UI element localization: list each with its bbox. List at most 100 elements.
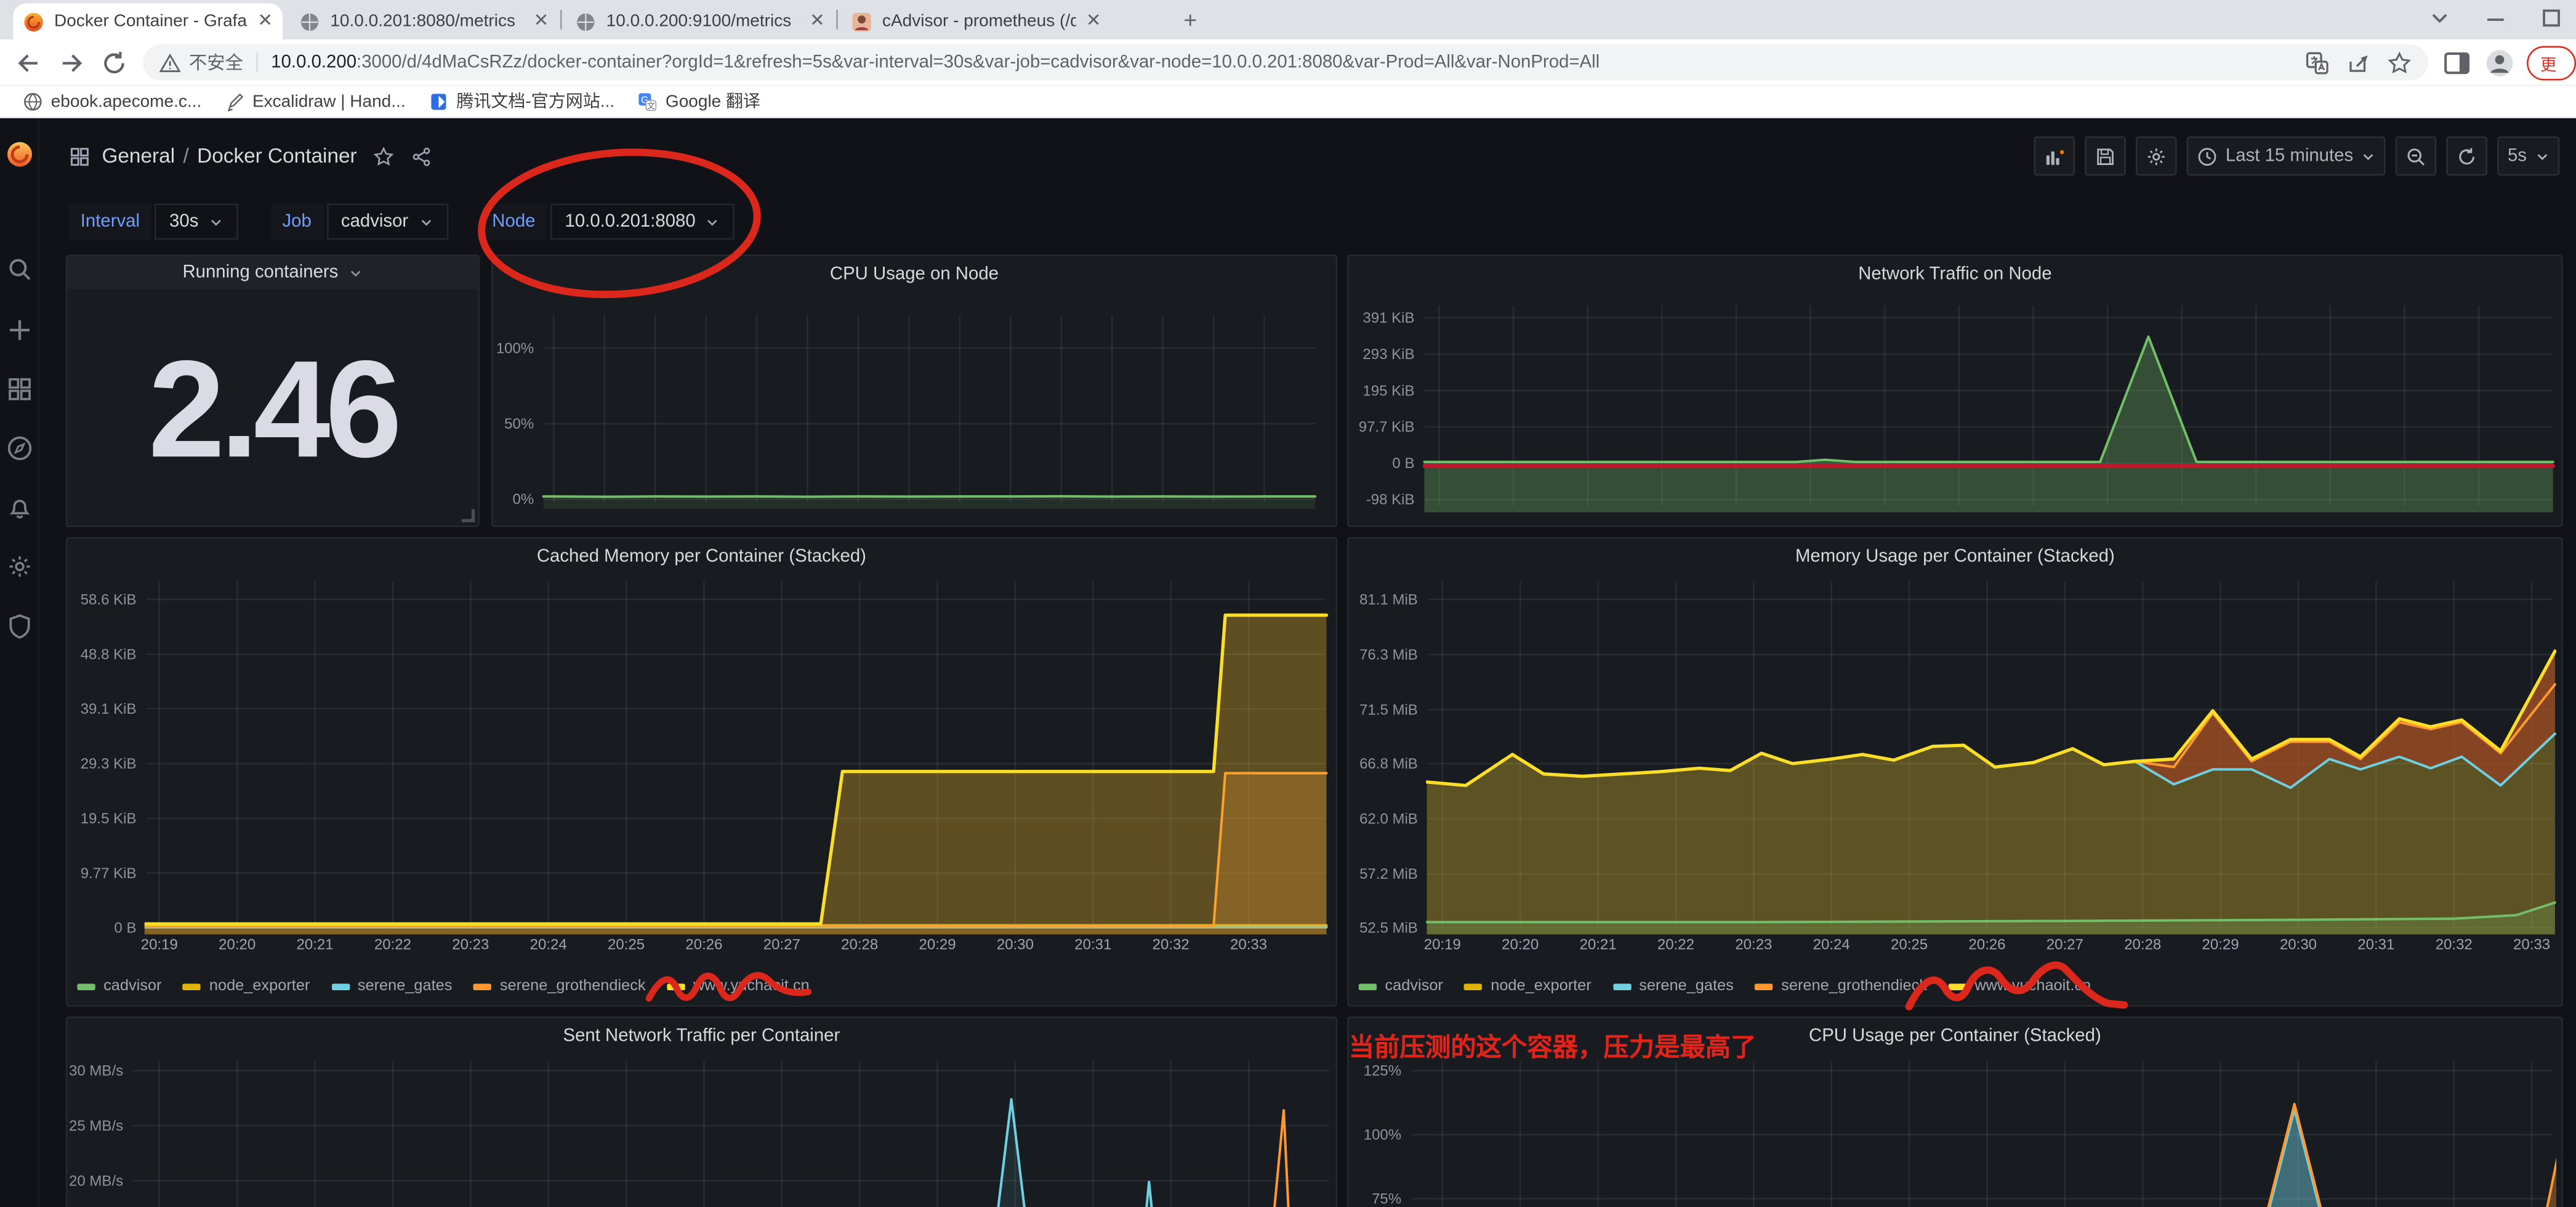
legend-item-serene_gates[interactable]: serene_gates [1612,977,1733,995]
add-panel-icon [2043,145,2065,167]
dashboard-settings-button[interactable] [2135,136,2176,176]
alerting-bell-icon[interactable] [7,495,33,521]
translate-icon[interactable] [2305,50,2330,75]
legend-swatch [1755,983,1773,990]
legend-item-serene_grothendieck[interactable]: serene_grothendieck [473,977,645,995]
window-maximize-button[interactable] [2540,7,2562,30]
svg-text:20:21: 20:21 [1580,936,1617,953]
chevron-down-icon [706,214,720,229]
security-label[interactable]: 不安全 [189,49,243,76]
legend-swatch [667,983,685,990]
legend-swatch [1949,983,1966,990]
grafana-logo[interactable] [7,141,33,168]
variable-select-node[interactable]: 10.0.0.201:8080 [550,204,735,240]
legend-item-cadvisor[interactable]: cadvisor [1359,977,1443,995]
legend-item-serene_grothendieck[interactable]: serene_grothendieck [1755,977,1926,995]
tab-title: Docker Container - Grafana [54,12,248,31]
dashboard-variables: Interval 30s Job cadvisor Node 10.0.0.20… [39,194,2576,250]
legend-swatch [77,983,95,990]
back-button[interactable] [15,49,42,76]
svg-text:81.1 MiB: 81.1 MiB [1359,591,1418,608]
legend-item-node_exporter[interactable]: node_exporter [1465,977,1592,995]
svg-text:25 MB/s: 25 MB/s [69,1118,123,1134]
panel-resize-handle[interactable] [462,509,475,522]
grafana-favicon-icon [23,10,44,32]
tab-close-icon[interactable]: ✕ [257,12,273,30]
refresh-button[interactable] [2447,136,2488,176]
window-minimize-button[interactable] [2484,7,2507,30]
variable-label-job: Job [271,204,323,240]
url-text[interactable]: 10.0.0.200:3000/d/4dMaCsRZz/docker-conta… [271,52,2288,72]
svg-text:-98 KiB: -98 KiB [1366,491,1415,508]
tab-search-chevron-icon[interactable] [2428,7,2451,30]
variable-select-job[interactable]: cadvisor [326,204,448,240]
breadcrumb-dashboard-title[interactable]: Docker Container [197,145,357,168]
tab-close-icon[interactable]: ✕ [534,12,549,30]
legend-item-www.yuchaoit.cn[interactable]: www.yuchaoit.cn [1949,977,2091,995]
bookmark-star-icon[interactable] [2388,50,2412,75]
new-tab-button[interactable]: + [1177,7,1204,34]
profile-avatar[interactable] [2486,49,2514,76]
tab-metrics-201[interactable]: 10.0.0.201:8080/metrics ✕ [289,3,559,39]
share-dashboard-icon[interactable] [411,145,433,167]
dashboards-icon[interactable] [7,376,33,403]
create-plus-icon[interactable] [7,317,33,344]
panel-title-button[interactable]: CPU Usage per Container (Stacked) [1349,1027,2561,1046]
svg-text:20:23: 20:23 [452,936,489,953]
legend-item-node_exporter[interactable]: node_exporter [183,977,310,995]
legend-item-cadvisor[interactable]: cadvisor [77,977,161,995]
panel-title-button[interactable]: Running containers [67,256,478,289]
svg-text:20:32: 20:32 [1153,936,1189,953]
bookmark-google-translate[interactable]: G文 Google 翻译 [638,89,761,113]
chrome-update-badge[interactable]: 更 [2527,45,2576,79]
side-panel-icon[interactable] [2443,49,2471,76]
share-icon[interactable] [2346,50,2371,75]
save-dashboard-button[interactable] [2084,136,2125,176]
panel-title-button[interactable]: Memory Usage per Container (Stacked) [1349,547,2561,567]
svg-text:66.8 MiB: 66.8 MiB [1359,756,1418,772]
panel-title-button[interactable]: Network Traffic on Node [1349,264,2561,284]
panel-title-button[interactable]: Sent Network Traffic per Container [67,1027,1335,1046]
server-admin-shield-icon[interactable] [7,613,33,639]
svg-text:20:21: 20:21 [297,936,334,953]
svg-text:0 B: 0 B [1392,455,1414,472]
tab-grafana[interactable]: Docker Container - Grafana ✕ [13,3,283,39]
grafana-app: General / Docker Container Last 15 minut… [0,118,2576,1207]
add-panel-button[interactable] [2034,136,2075,176]
clock-icon [2196,145,2218,167]
tab-cadvisor-doc[interactable]: cAdvisor - prometheus (/dock... ✕ [841,3,1160,39]
forward-button[interactable] [57,49,85,76]
variable-select-interval[interactable]: 30s [155,204,238,240]
search-icon[interactable] [7,256,33,283]
svg-text:20:20: 20:20 [219,936,256,953]
svg-text:0 B: 0 B [114,920,136,937]
tab-close-icon[interactable]: ✕ [1086,12,1101,30]
reload-button[interactable] [100,49,128,76]
svg-text:20:31: 20:31 [2357,936,2394,953]
configuration-gear-icon[interactable] [7,554,33,580]
breadcrumb[interactable]: General / Docker Container [69,145,432,168]
legend-swatch [1612,983,1630,990]
bookmark-tencent-docs[interactable]: 腾讯文档-官方网站... [429,89,614,113]
svg-text:125%: 125% [1364,1063,1401,1080]
bookmark-ebook[interactable]: ebook.apecome.c... [23,91,201,111]
time-range-picker[interactable]: Last 15 minutes [2186,136,2386,176]
svg-text:20:22: 20:22 [374,936,411,953]
zoom-out-button[interactable] [2396,136,2437,176]
chart-legend: cadvisor node_exporter serene_gates serene_… [1359,977,2091,995]
address-divider [256,52,258,72]
tab-close-icon[interactable]: ✕ [810,12,825,30]
svg-text:20:26: 20:26 [1968,936,2005,953]
chevron-down-icon [418,214,433,229]
explore-compass-icon[interactable] [7,435,33,462]
refresh-interval-select[interactable]: 5s [2498,136,2559,176]
breadcrumb-folder[interactable]: General [102,145,175,168]
panel-title-button[interactable]: Cached Memory per Container (Stacked) [67,547,1335,567]
legend-item-www.yuchaoit.cn[interactable]: www.yuchaoit.cn [667,977,810,995]
tab-metrics-200[interactable]: 10.0.0.200:9100/metrics ✕ [565,3,835,39]
bookmark-excalidraw[interactable]: Excalidraw | Hand... [225,91,406,111]
favorite-star-icon[interactable] [373,145,395,167]
legend-item-serene_gates[interactable]: serene_gates [331,977,452,995]
address-bar[interactable]: 不安全 10.0.0.200:3000/d/4dMaCsRZz/docker-c… [143,44,2428,81]
panel-title-button[interactable]: CPU Usage on Node [493,264,1336,284]
